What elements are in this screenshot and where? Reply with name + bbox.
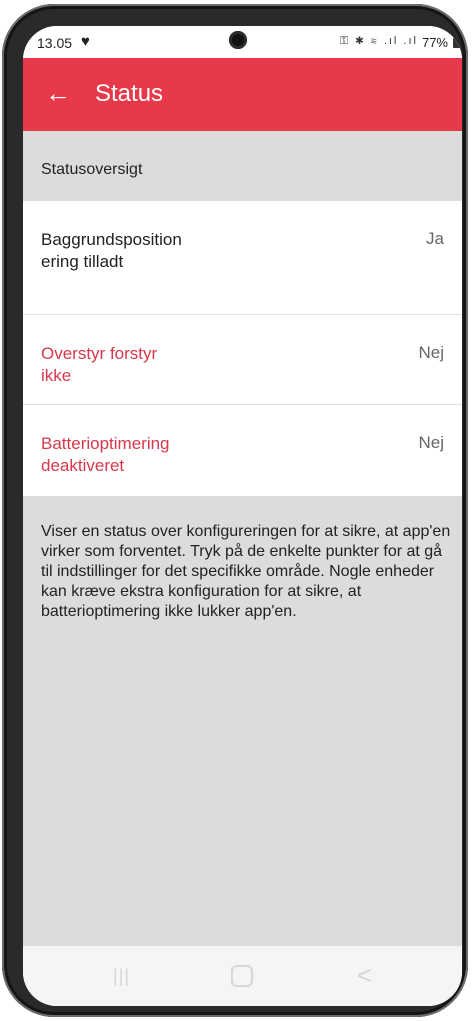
app-bar: ← Status <box>23 58 462 131</box>
description-area: Viser en status over konfigureringen for… <box>23 496 462 946</box>
status-row-do-not-disturb[interactable]: Overstyr forstyr ikke Nej <box>23 315 462 405</box>
section-header: Statusoversigt <box>23 131 462 201</box>
status-row-background-location[interactable]: Baggrundspositionering tilladt Ja <box>23 201 462 315</box>
status-row-label: Overstyr forstyr ikke <box>41 344 158 385</box>
status-list: Baggrundspositionering tilladt Ja Overst… <box>23 201 462 494</box>
status-row-value: Nej <box>418 343 444 362</box>
status-row-value: Ja <box>426 229 444 248</box>
status-row-value: Nej <box>418 433 444 452</box>
status-time: 13.05 <box>37 35 73 51</box>
camera-cutout <box>229 31 247 49</box>
screen: 13.05 ♥ ⚿ ✱ ≋ .ıl .ıl 77% ← Status Statu… <box>23 26 462 1006</box>
status-row-battery-optimization[interactable]: Batterioptimering deaktiveret Nej <box>23 405 462 494</box>
battery-percent: 77% <box>421 35 448 50</box>
system-nav-bar: ||| < <box>23 946 462 1006</box>
back-arrow-icon[interactable]: ← <box>45 76 71 110</box>
home-icon[interactable] <box>231 965 253 987</box>
status-bar: 13.05 ♥ ⚿ ✱ ≋ .ıl .ıl 77% <box>23 26 462 58</box>
status-icons: ⚿ ✱ ≋ .ıl .ıl <box>339 35 418 47</box>
status-row-label: Baggrundspositionering tilladt <box>41 230 182 271</box>
section-title: Statusoversigt <box>41 161 143 178</box>
description-text: Viser en status over konfigureringen for… <box>41 523 451 620</box>
page-title: Status <box>95 80 164 107</box>
nav-back-icon[interactable]: < <box>357 960 372 991</box>
heart-icon: ♥ <box>81 33 90 50</box>
phone-frame: 13.05 ♥ ⚿ ✱ ≋ .ıl .ıl 77% ← Status Statu… <box>2 4 468 1017</box>
status-row-label: Batterioptimering deaktiveret <box>41 434 170 475</box>
battery-icon <box>453 38 460 48</box>
recent-apps-icon[interactable]: ||| <box>113 966 135 986</box>
